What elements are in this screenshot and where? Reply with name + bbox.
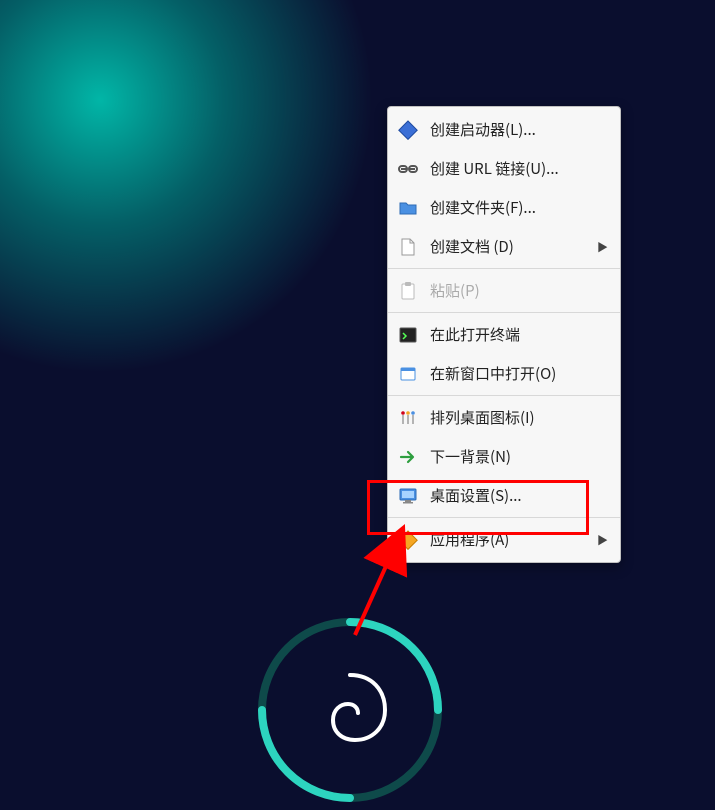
menu-item-label: 创建启动器(L)... <box>430 119 608 140</box>
arrow-next-icon <box>398 447 418 467</box>
menu-item-label: 下一背景(N) <box>430 446 608 467</box>
menu-item-label: 应用程序(A) <box>430 529 585 550</box>
menu-item-next-background[interactable]: 下一背景(N) <box>388 437 620 476</box>
menu-item-desktop-settings[interactable]: 桌面设置(S)... <box>388 476 620 515</box>
menu-item-label: 创建文件夹(F)... <box>430 197 608 218</box>
menu-item-create-document[interactable]: 创建文档 (D) ▶ <box>388 227 620 266</box>
menu-item-label: 排列桌面图标(I) <box>430 407 608 428</box>
terminal-icon <box>398 325 418 345</box>
monitor-icon <box>398 486 418 506</box>
window-open-icon <box>398 364 418 384</box>
menu-item-create-url-link[interactable]: 创建 URL 链接(U)... <box>388 149 620 188</box>
submenu-arrow-icon: ▶ <box>597 239 608 255</box>
diamond-blue-icon <box>398 120 418 140</box>
menu-item-label: 创建 URL 链接(U)... <box>430 158 608 179</box>
desktop-context-menu: 创建启动器(L)... 创建 URL 链接(U)... 创建文件夹(F)... 创建文… <box>387 106 621 563</box>
menu-separator <box>388 517 620 518</box>
menu-item-label: 在此打开终端 <box>430 324 608 345</box>
menu-item-create-folder[interactable]: 创建文件夹(F)... <box>388 188 620 227</box>
menu-item-label: 桌面设置(S)... <box>430 485 608 506</box>
menu-item-paste: 粘贴(P) <box>388 271 620 310</box>
menu-item-label: 创建文档 (D) <box>430 236 585 257</box>
link-chain-icon <box>398 159 418 179</box>
menu-item-open-terminal[interactable]: 在此打开终端 <box>388 315 620 354</box>
menu-item-arrange-icons[interactable]: 排列桌面图标(I) <box>388 398 620 437</box>
background-gradient <box>0 0 450 450</box>
folder-blue-icon <box>398 198 418 218</box>
menu-item-open-in-new-win[interactable]: 在新窗口中打开(O) <box>388 354 620 393</box>
document-blank-icon <box>398 237 418 257</box>
menu-item-label: 在新窗口中打开(O) <box>430 363 608 384</box>
menu-separator <box>388 312 620 313</box>
menu-item-applications[interactable]: 应用程序(A) ▶ <box>388 520 620 559</box>
clipboard-icon <box>398 281 418 301</box>
menu-item-label: 粘贴(P) <box>430 280 608 301</box>
menu-item-create-launcher[interactable]: 创建启动器(L)... <box>388 110 620 149</box>
diamond-orange-icon <box>398 530 418 550</box>
sort-pins-icon <box>398 408 418 428</box>
menu-separator <box>388 395 620 396</box>
menu-separator <box>388 268 620 269</box>
submenu-arrow-icon: ▶ <box>597 532 608 548</box>
debian-logo <box>250 610 450 810</box>
